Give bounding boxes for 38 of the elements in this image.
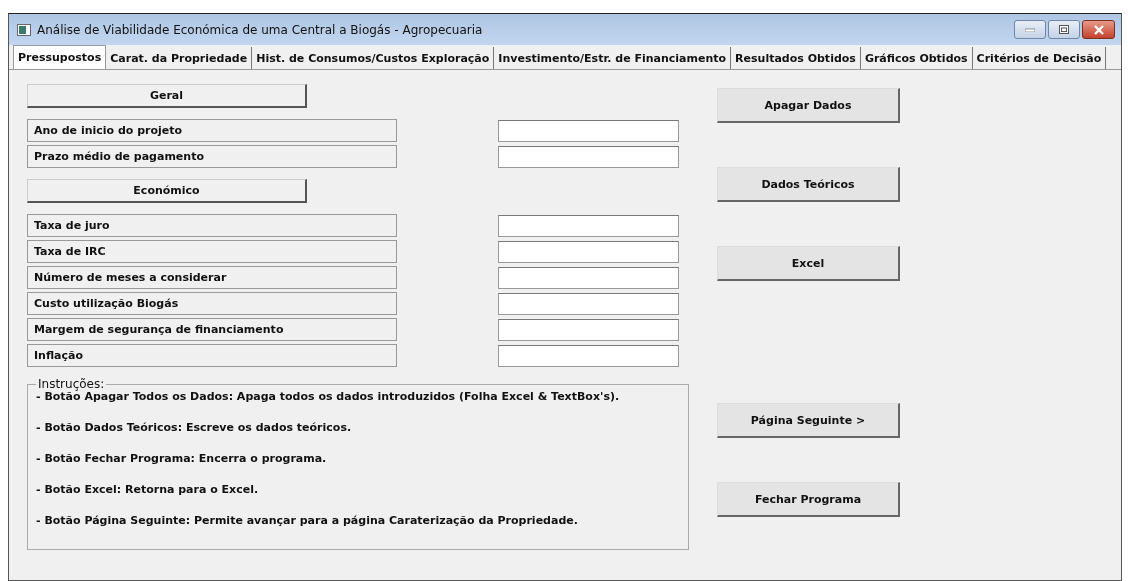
action-button[interactable]: Apagar Dados (717, 88, 900, 123)
field-label: Margem de segurança de financiamento (27, 318, 397, 341)
field-label: Custo utilização Biogás (27, 292, 397, 315)
field-label: Ano de inicio do projeto (27, 119, 397, 142)
input-field[interactable] (498, 145, 679, 168)
input-field[interactable] (498, 292, 679, 315)
action-button[interactable]: Dados Teóricos (717, 167, 900, 202)
maximize-button[interactable] (1048, 20, 1080, 39)
action-button[interactable]: Excel (717, 246, 900, 281)
input-field[interactable] (498, 240, 679, 263)
close-button[interactable] (1082, 20, 1115, 39)
instruction-text: - Botão Fechar Programa: Encerra o programa. (36, 452, 328, 466)
tab[interactable]: Pressupostos (13, 45, 107, 69)
instruction-text: - Botão Dados Teóricos: Escreve os dados teóricos. (36, 421, 353, 435)
field-label: Inflação (27, 344, 397, 367)
close-icon (1092, 24, 1105, 35)
input-field[interactable] (498, 214, 679, 237)
instruction-text: - Botão Excel: Retorna para o Excel. (36, 483, 260, 497)
input-field[interactable] (498, 344, 679, 367)
window-title: Análise de Viabilidade Económica de uma Central a Biogás - Agropecuaria (37, 22, 483, 37)
field-label: Taxa de juro (27, 214, 397, 237)
input-field[interactable] (498, 119, 679, 142)
maximize-icon (1059, 25, 1069, 34)
app-icon (17, 23, 31, 36)
minimize-button[interactable] (1014, 20, 1046, 39)
input-field[interactable] (498, 266, 679, 289)
instructions-title: Instruções: (37, 378, 106, 390)
instruction-text: - Botão Apagar Todos os Dados: Apaga todos os dados introduzidos (Folha Excel & TextBox's). (36, 390, 621, 404)
field-label: Número de meses a considerar (27, 266, 397, 289)
action-button[interactable]: Fechar Programa (717, 482, 900, 517)
section-header-button[interactable]: Geral (27, 84, 307, 108)
section-header-button[interactable]: Económico (27, 179, 307, 203)
field-label: Taxa de IRC (27, 240, 397, 263)
action-button[interactable]: Página Seguinte > (717, 403, 900, 438)
instruction-text: - Botão Página Seguinte: Permite avançar para a página Caraterização da Propriedade. (36, 514, 579, 528)
minimize-icon (1025, 27, 1035, 32)
field-label: Prazo médio de pagamento (27, 145, 397, 168)
input-field[interactable] (498, 318, 679, 341)
